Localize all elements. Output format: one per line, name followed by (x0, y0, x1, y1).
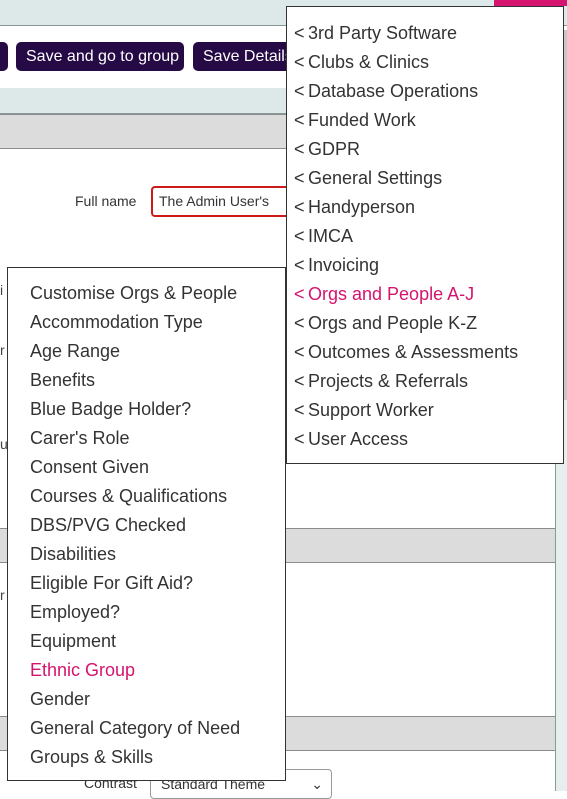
chevron-left-icon: < (294, 429, 305, 449)
submenu-item[interactable]: Disabilities (8, 540, 285, 569)
submenu-item[interactable]: Employed? (8, 598, 285, 627)
chevron-left-icon: < (294, 226, 305, 246)
menu-item-label: Clubs & Clinics (308, 52, 430, 72)
menu-item-label: User Access (308, 429, 409, 449)
menu-item-label: Handyperson (308, 197, 416, 217)
chevron-left-icon: < (294, 168, 305, 188)
submenu-item[interactable]: Eligible For Gift Aid? (8, 569, 285, 598)
chevron-left-icon: < (294, 110, 305, 130)
chevron-left-icon: < (294, 313, 305, 333)
full-name-input[interactable]: The Admin User's (151, 186, 301, 217)
menu-item[interactable]: < IMCA (287, 222, 563, 251)
submenu-item[interactable]: Age Range (8, 337, 285, 366)
field-label-fragment: i (0, 282, 4, 298)
menu-item[interactable]: < Projects & Referrals (287, 367, 563, 396)
submenu-item[interactable]: Benefits (8, 366, 285, 395)
menu-item[interactable]: < Funded Work (287, 106, 563, 135)
menu-item[interactable]: < Database Operations (287, 77, 563, 106)
chevron-left-icon: < (294, 371, 305, 391)
categories-menu: <3rd Party Software < Clubs & Clinics < Data… (286, 6, 564, 464)
menu-item[interactable]: < Support Worker (287, 396, 563, 425)
menu-item-label: IMCA (308, 226, 353, 246)
menu-item[interactable]: < User Access (287, 425, 563, 454)
submenu-item[interactable]: General Category of Need (8, 714, 285, 743)
menu-item-label: Orgs and People K-Z (308, 313, 478, 333)
submenu: Customise Orgs & People Accommodation Typ… (7, 267, 286, 781)
menu-item-label: Invoicing (308, 255, 380, 275)
menu-item[interactable]: < Orgs and People K-Z (287, 309, 563, 338)
submenu-item[interactable]: Ethnic Group (8, 656, 285, 685)
chevron-left-icon: < (294, 139, 305, 159)
menu-item[interactable]: <3rd Party Software (287, 19, 563, 48)
chevron-left-icon: < (294, 284, 305, 304)
submenu-item[interactable]: Groups & Skills (8, 743, 285, 772)
submenu-item[interactable]: Consent Given (8, 453, 285, 482)
full-name-label: Full name (75, 193, 137, 209)
menu-item-label: General Settings (308, 168, 443, 188)
menu-item-label: 3rd Party Software (308, 23, 458, 43)
menu-item-label: Outcomes & Assessments (308, 342, 519, 362)
menu-item[interactable]: < Orgs and People A-J (287, 280, 563, 309)
menu-item[interactable]: < General Settings (287, 164, 563, 193)
field-label-fragment: r (0, 342, 5, 358)
submenu-item[interactable]: DBS/PVG Checked (8, 511, 285, 540)
menu-item[interactable]: < GDPR (287, 135, 563, 164)
menu-item[interactable]: < Handyperson (287, 193, 563, 222)
submenu-item[interactable]: Accommodation Type (8, 308, 285, 337)
submenu-item[interactable]: Customise Orgs & People (8, 279, 285, 308)
menu-item-label: Funded Work (308, 110, 416, 130)
menu-item[interactable]: < Clubs & Clinics (287, 48, 563, 77)
submenu-item[interactable]: Blue Badge Holder? (8, 395, 285, 424)
chevron-down-icon: ⌄ (311, 776, 323, 792)
previous-button[interactable] (0, 42, 8, 71)
chevron-left-icon: < (294, 197, 305, 217)
submenu-item[interactable]: Gender (8, 685, 285, 714)
menu-item[interactable]: < Outcomes & Assessments (287, 338, 563, 367)
chevron-left-icon: < (294, 81, 305, 101)
menu-item-label: GDPR (308, 139, 361, 159)
submenu-item[interactable]: Equipment (8, 627, 285, 656)
submenu-item[interactable]: Carer's Role (8, 424, 285, 453)
menu-item-label: Orgs and People A-J (308, 284, 475, 304)
chevron-left-icon: < (294, 255, 305, 275)
chevron-left-icon: < (294, 23, 305, 43)
menu-item-label: Projects & Referrals (308, 371, 469, 391)
chevron-left-icon: < (294, 342, 305, 362)
menu-item-label: Support Worker (308, 400, 434, 420)
submenu-item[interactable]: Courses & Qualifications (8, 482, 285, 511)
chevron-left-icon: < (294, 52, 305, 72)
chevron-left-icon: < (294, 400, 305, 420)
menu-item-label: Database Operations (308, 81, 479, 101)
save-and-go-to-group-button[interactable]: Save and go to group (16, 42, 184, 71)
save-details-button[interactable]: Save Details (193, 42, 293, 71)
menu-item[interactable]: < Invoicing (287, 251, 563, 280)
field-label-fragment: r (0, 587, 5, 603)
